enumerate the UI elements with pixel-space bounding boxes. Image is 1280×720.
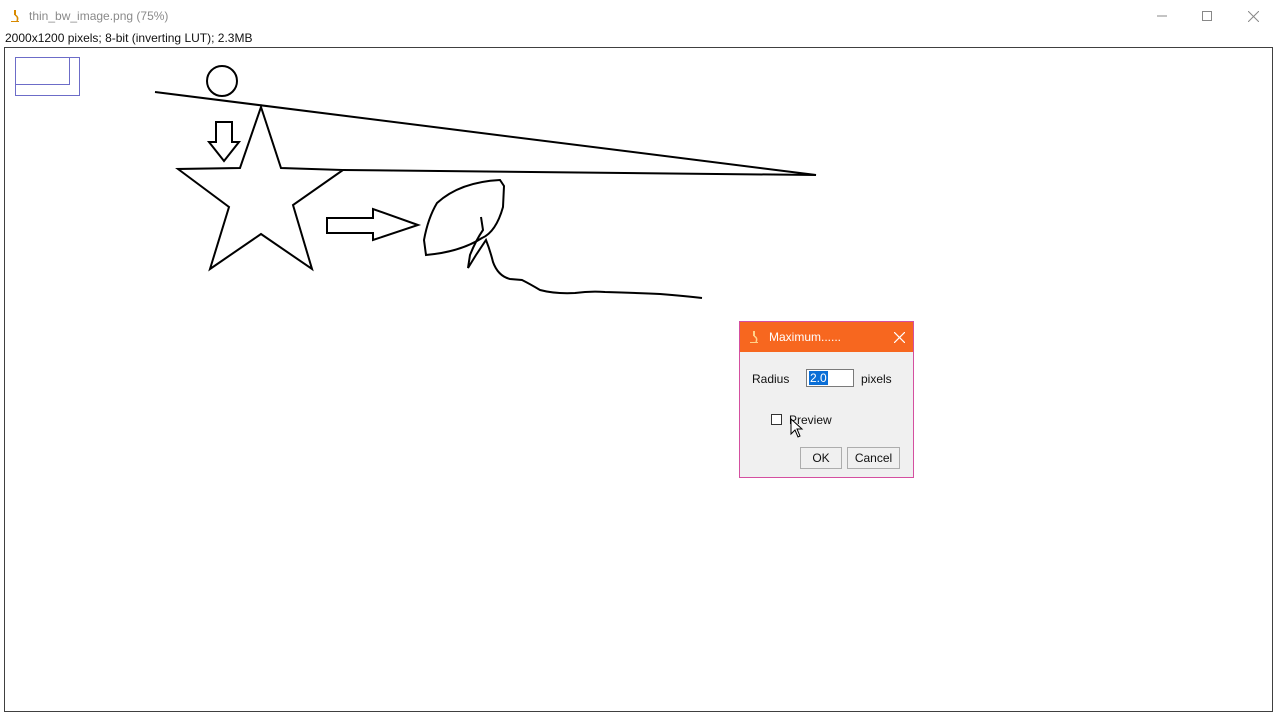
drawn-star: [175, 103, 347, 272]
units-label: pixels: [861, 372, 892, 386]
mouse-pointer-icon: [790, 418, 804, 438]
close-icon: [893, 331, 905, 343]
maximum-dialog: Maximum...... Radius 2.0 pixels Preview …: [739, 321, 914, 478]
drawn-down-arrow: [206, 121, 242, 163]
navigator-box[interactable]: [15, 57, 80, 96]
image-drawing: [154, 65, 817, 299]
radius-value: 2.0: [809, 371, 828, 385]
drawn-hook: [467, 216, 703, 299]
dialog-title: Maximum......: [769, 330, 842, 344]
radius-label: Radius: [752, 372, 790, 386]
drawn-right-arrow: [326, 207, 422, 242]
drawn-wedge-shape: [154, 91, 817, 176]
radius-input[interactable]: 2.0: [806, 369, 854, 387]
microscope-icon: [750, 331, 758, 343]
preview-checkbox[interactable]: [771, 414, 782, 425]
navigator-viewport[interactable]: [16, 58, 70, 85]
drawn-circle: [206, 65, 238, 97]
ok-button[interactable]: OK: [800, 447, 842, 469]
drawn-blob: [422, 178, 506, 257]
cancel-button[interactable]: Cancel: [847, 447, 900, 469]
dialog-titlebar[interactable]: Maximum......: [740, 322, 913, 352]
dialog-close-button[interactable]: [889, 327, 909, 347]
